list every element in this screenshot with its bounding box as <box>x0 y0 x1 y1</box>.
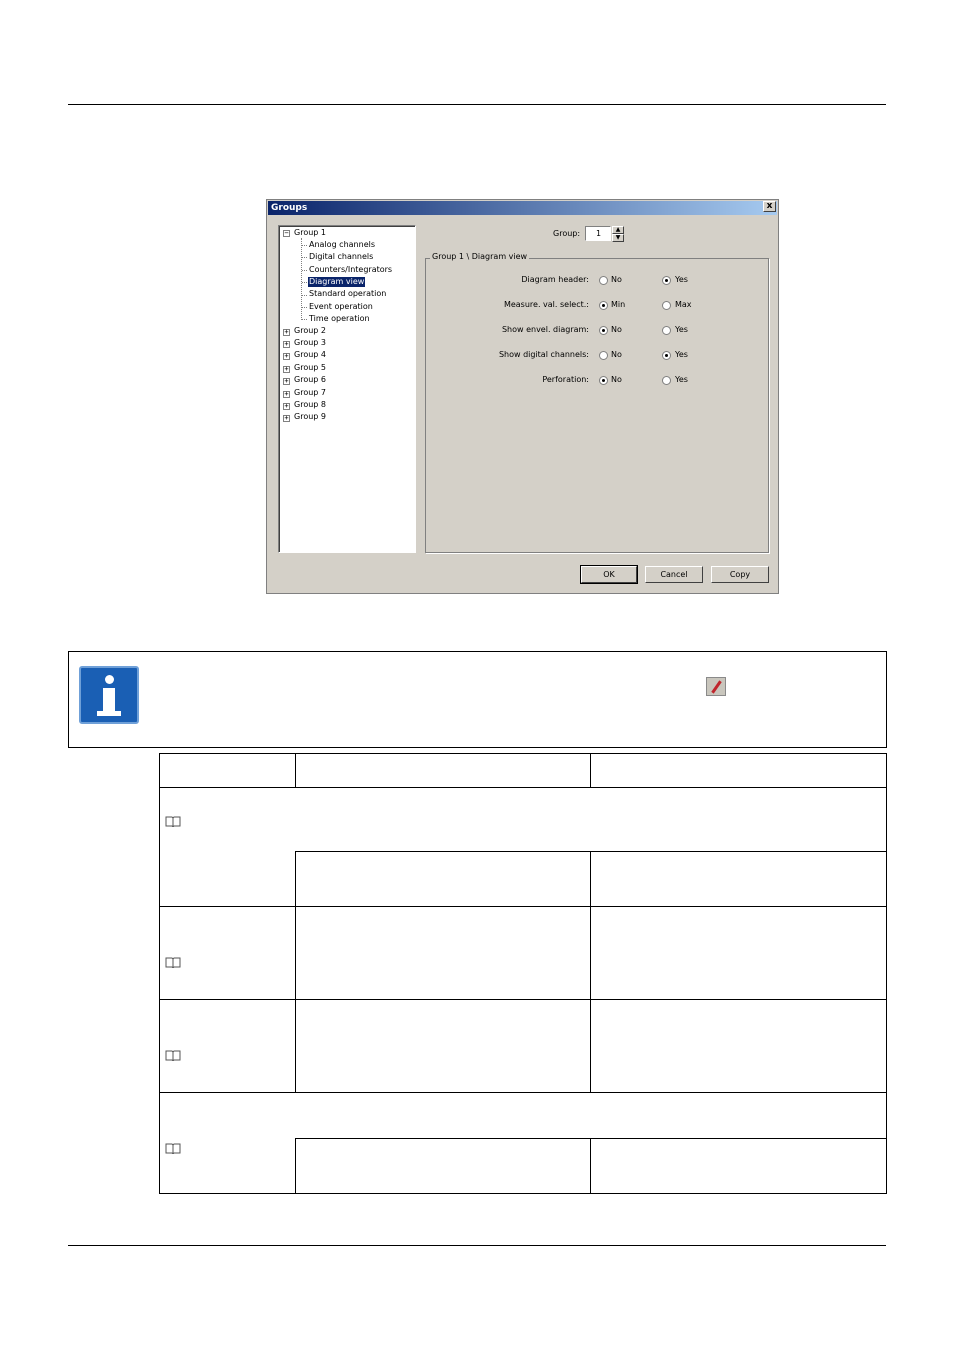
expand-icon[interactable]: + <box>283 341 290 348</box>
option-text: Max <box>675 300 692 309</box>
tree-connector <box>302 307 307 308</box>
spin-up-button[interactable]: ▲ <box>612 226 624 234</box>
tree-item-group-4[interactable]: Group 4 <box>294 350 326 360</box>
tree-item-standard-operation[interactable]: Standard operation <box>309 289 386 299</box>
radio-perforation-yes[interactable] <box>662 376 671 385</box>
tree-item-group-6[interactable]: Group 6 <box>294 375 326 385</box>
option-text: No <box>611 375 622 384</box>
groups-dialog: Groups x − Group 1 Analog channels Digit… <box>266 199 779 594</box>
expand-icon[interactable]: + <box>283 403 290 410</box>
copy-button[interactable]: Copy <box>711 566 769 583</box>
option-text: Yes <box>675 325 688 334</box>
tree-item-digital-channels[interactable]: Digital channels <box>309 252 373 262</box>
tree-connector <box>302 270 307 271</box>
option-label: Perforation: <box>542 375 589 384</box>
option-text: Yes <box>675 275 688 284</box>
radio-diagram-header-yes[interactable] <box>662 276 671 285</box>
group-number-input[interactable]: 1 <box>585 226 611 241</box>
info-icon <box>79 666 139 724</box>
option-label: Show envel. diagram: <box>501 325 589 334</box>
option-label: Measure. val. select.: <box>503 300 589 309</box>
screwdriver-icon <box>706 677 726 696</box>
collapse-icon[interactable]: − <box>283 230 290 237</box>
expand-icon[interactable]: + <box>283 329 290 336</box>
option-text: No <box>611 275 622 284</box>
tree-item-diagram-view[interactable]: Diagram view <box>308 277 366 287</box>
dialog-title: Groups <box>271 203 308 213</box>
radio-digital-yes[interactable] <box>662 351 671 360</box>
radio-measure-min[interactable] <box>599 301 608 310</box>
radio-measure-max[interactable] <box>662 301 671 310</box>
option-text: Min <box>611 300 626 309</box>
option-label: Show digital channels: <box>498 350 589 359</box>
tree-item-time-operation[interactable]: Time operation <box>309 314 370 324</box>
tree-item-group-2[interactable]: Group 2 <box>294 326 326 336</box>
expand-icon[interactable]: + <box>283 353 290 360</box>
tree-item-analog-channels[interactable]: Analog channels <box>309 240 375 250</box>
expand-icon[interactable]: + <box>283 391 290 398</box>
radio-envel-no[interactable] <box>599 326 608 335</box>
radio-diagram-header-no[interactable] <box>599 276 608 285</box>
group-label: Group: <box>553 229 581 238</box>
tree-item-group-3[interactable]: Group 3 <box>294 338 326 348</box>
tree-connector <box>302 295 307 296</box>
tree-item-group-5[interactable]: Group 5 <box>294 363 326 373</box>
option-text: No <box>611 325 622 334</box>
option-text: No <box>611 350 622 359</box>
book-icon <box>165 1049 181 1061</box>
frame-title: Group 1 \ Diagram view <box>430 252 530 262</box>
tree-item-event-operation[interactable]: Event operation <box>309 302 373 312</box>
tree-item-group-8[interactable]: Group 8 <box>294 400 326 410</box>
tree-connector <box>302 282 307 283</box>
note-box <box>68 651 887 748</box>
tree-connector <box>302 245 307 246</box>
expand-icon[interactable]: + <box>283 415 290 422</box>
tree-connector <box>302 319 307 320</box>
expand-icon[interactable]: + <box>283 366 290 373</box>
option-text: Yes <box>675 375 688 384</box>
radio-perforation-no[interactable] <box>599 376 608 385</box>
tree-connector <box>302 257 307 258</box>
close-icon: x <box>766 201 773 211</box>
tree-item-group-9[interactable]: Group 9 <box>294 412 326 422</box>
header-rule <box>68 104 886 105</box>
option-label: Diagram header: <box>521 275 589 284</box>
cancel-button[interactable]: Cancel <box>645 566 703 583</box>
tree-item-group-7[interactable]: Group 7 <box>294 388 326 398</box>
tree-item-counters-integrators[interactable]: Counters/Integrators <box>309 265 392 275</box>
expand-icon[interactable]: + <box>283 378 290 385</box>
tree-item-group-1[interactable]: Group 1 <box>294 228 326 238</box>
book-icon <box>165 1142 181 1154</box>
radio-envel-yes[interactable] <box>662 326 671 335</box>
footer-rule <box>68 1245 886 1246</box>
book-icon <box>165 956 181 968</box>
book-icon <box>165 815 181 827</box>
dialog-titlebar[interactable]: Groups <box>268 201 777 215</box>
ok-button[interactable]: OK <box>580 565 638 584</box>
radio-digital-no[interactable] <box>599 351 608 360</box>
close-button[interactable]: x <box>763 201 776 212</box>
spin-down-button[interactable]: ▼ <box>612 234 624 242</box>
option-text: Yes <box>675 350 688 359</box>
